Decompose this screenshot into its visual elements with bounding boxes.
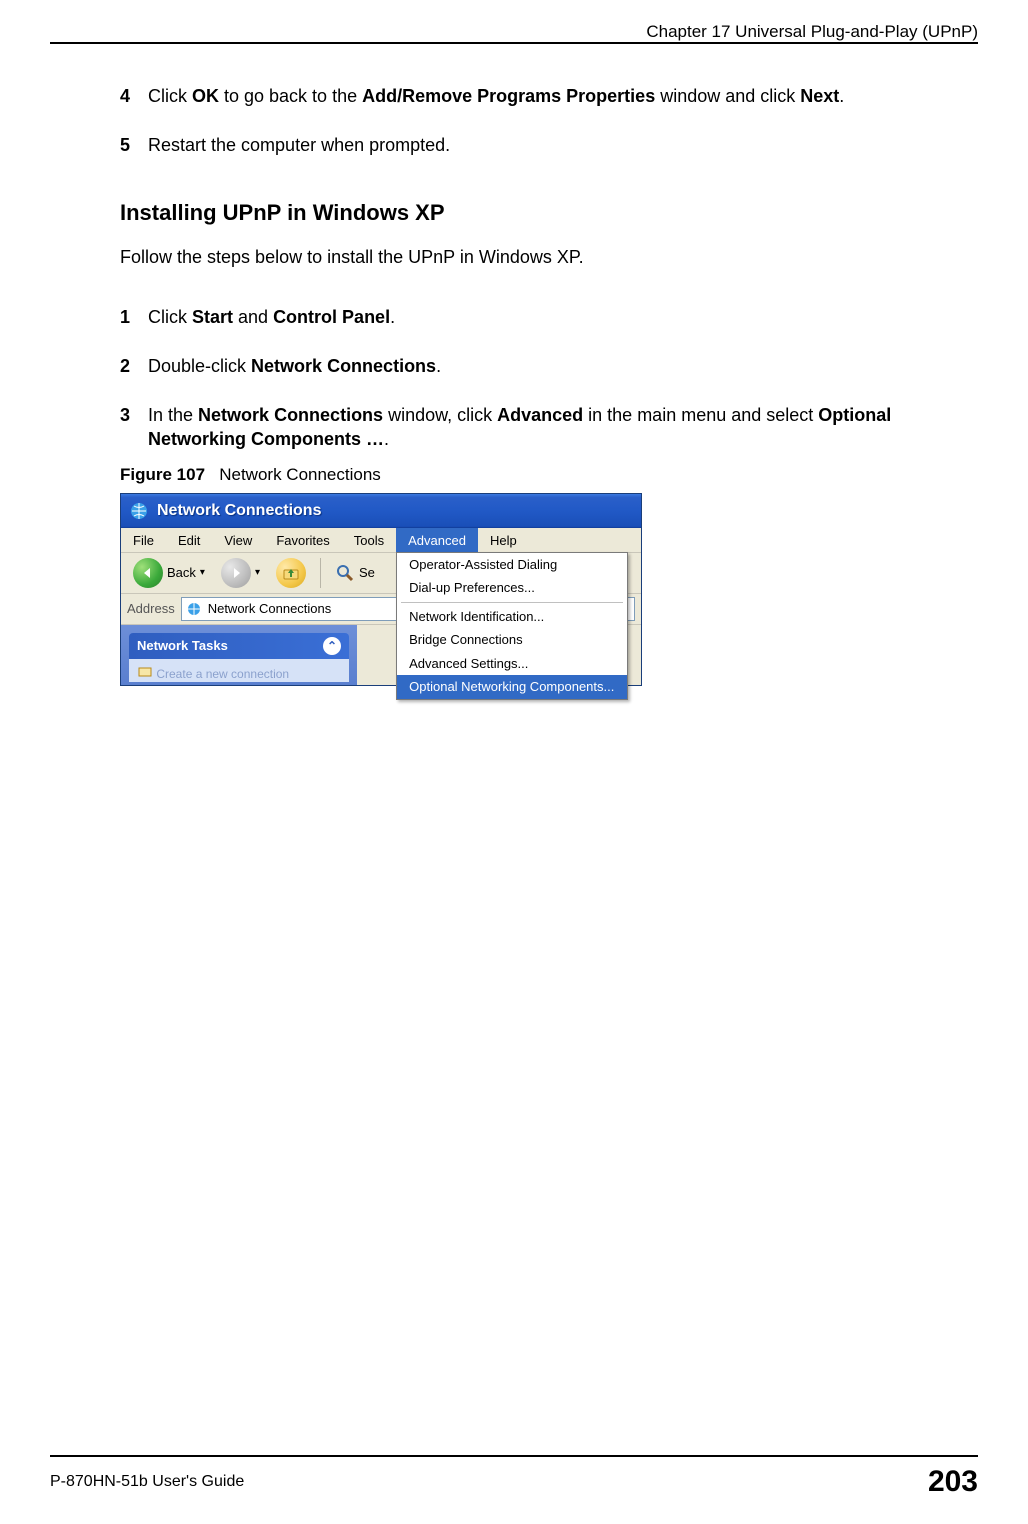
text: . bbox=[384, 429, 389, 449]
back-icon bbox=[133, 558, 163, 588]
collapse-icon[interactable]: ⌃ bbox=[323, 637, 341, 655]
up-folder-icon bbox=[276, 558, 306, 588]
text: . bbox=[839, 86, 844, 106]
forward-icon bbox=[221, 558, 251, 588]
text: in the main menu and select bbox=[583, 405, 818, 425]
dropdown-bridge[interactable]: Bridge Connections bbox=[397, 628, 627, 652]
step-text: In the Network Connections window, click… bbox=[148, 403, 958, 452]
search-icon bbox=[335, 563, 355, 583]
xp-step-3: 3 In the Network Connections window, cli… bbox=[120, 403, 958, 452]
dropdown-optional-networking[interactable]: Optional Networking Components... bbox=[397, 675, 627, 699]
text: window and click bbox=[655, 86, 800, 106]
step-5: 5 Restart the computer when prompted. bbox=[120, 133, 958, 157]
step-number: 3 bbox=[120, 403, 148, 452]
bold: Network Connections bbox=[251, 356, 436, 376]
step-number: 4 bbox=[120, 84, 148, 108]
network-tasks-body: Create a new connection bbox=[129, 659, 349, 682]
menubar: File Edit View Favorites Tools Advanced … bbox=[121, 528, 641, 553]
bold: Advanced bbox=[497, 405, 583, 425]
figure-label: Figure 107 bbox=[120, 465, 205, 484]
dropdown-separator bbox=[401, 602, 623, 603]
menu-advanced-wrap: Advanced Operator-Assisted Dialing Dial-… bbox=[396, 528, 478, 552]
window-title: Network Connections bbox=[157, 500, 321, 522]
text: to go back to the bbox=[219, 86, 362, 106]
back-button[interactable]: Back ▾ bbox=[127, 556, 211, 590]
network-connections-small-icon bbox=[186, 601, 202, 617]
text: window, click bbox=[383, 405, 497, 425]
step-4: 4 Click OK to go back to the Add/Remove … bbox=[120, 84, 958, 108]
address-value: Network Connections bbox=[208, 600, 332, 618]
menu-help[interactable]: Help bbox=[478, 528, 529, 552]
network-tasks-header[interactable]: Network Tasks ⌃ bbox=[129, 633, 349, 659]
back-label: Back bbox=[167, 564, 196, 582]
body-text: 4 Click OK to go back to the Add/Remove … bbox=[120, 84, 958, 686]
text: Double-click bbox=[148, 356, 251, 376]
text: Click bbox=[148, 86, 192, 106]
step-number: 5 bbox=[120, 133, 148, 157]
forward-button[interactable]: ▾ bbox=[215, 556, 266, 590]
bold: Control Panel bbox=[273, 307, 390, 327]
bold: Next bbox=[800, 86, 839, 106]
back-dropdown-icon: ▾ bbox=[200, 566, 205, 580]
menu-tools[interactable]: Tools bbox=[342, 528, 396, 552]
bold: Start bbox=[192, 307, 233, 327]
new-connection-icon bbox=[137, 663, 153, 679]
menu-file[interactable]: File bbox=[121, 528, 166, 552]
address-label: Address bbox=[127, 600, 175, 618]
step-text: Restart the computer when prompted. bbox=[148, 133, 958, 157]
network-tasks-label: Network Tasks bbox=[137, 637, 228, 655]
page: Chapter 17 Universal Plug-and-Play (UPnP… bbox=[0, 0, 1028, 1524]
menu-view[interactable]: View bbox=[212, 528, 264, 552]
dropdown-operator-assisted[interactable]: Operator-Assisted Dialing bbox=[397, 553, 627, 577]
side-panel: Network Tasks ⌃ Create a new connection bbox=[121, 625, 357, 685]
step-text: Click Start and Control Panel. bbox=[148, 305, 958, 329]
task-item-partial[interactable]: Create a new connection bbox=[156, 667, 289, 681]
page-footer: P-870HN-51b User's Guide 203 bbox=[50, 1455, 978, 1499]
step-text: Click OK to go back to the Add/Remove Pr… bbox=[148, 84, 958, 108]
dropdown-network-id[interactable]: Network Identification... bbox=[397, 605, 627, 629]
xp-step-2: 2 Double-click Network Connections. bbox=[120, 354, 958, 378]
step-text: Double-click Network Connections. bbox=[148, 354, 958, 378]
xp-step-1: 1 Click Start and Control Panel. bbox=[120, 305, 958, 329]
text: In the bbox=[148, 405, 198, 425]
forward-dropdown-icon: ▾ bbox=[255, 566, 260, 580]
bold: Network Connections bbox=[198, 405, 383, 425]
toolbar-separator bbox=[320, 558, 321, 588]
header-rule bbox=[50, 42, 978, 44]
step-number: 2 bbox=[120, 354, 148, 378]
search-button[interactable]: Se bbox=[329, 561, 381, 585]
text: Click bbox=[148, 307, 192, 327]
figure-title: Network Connections bbox=[219, 465, 381, 484]
bold: OK bbox=[192, 86, 219, 106]
text: . bbox=[390, 307, 395, 327]
up-button[interactable] bbox=[270, 556, 312, 590]
figure-caption: Figure 107 Network Connections bbox=[120, 464, 958, 487]
advanced-dropdown: Operator-Assisted Dialing Dial-up Prefer… bbox=[396, 552, 628, 700]
search-label-partial: Se bbox=[359, 564, 375, 582]
dropdown-advanced-settings[interactable]: Advanced Settings... bbox=[397, 652, 627, 676]
text: . bbox=[436, 356, 441, 376]
window-titlebar[interactable]: Network Connections bbox=[121, 494, 641, 528]
menu-favorites[interactable]: Favorites bbox=[264, 528, 341, 552]
section-heading: Installing UPnP in Windows XP bbox=[120, 198, 958, 228]
guide-name: P-870HN-51b User's Guide bbox=[50, 1473, 244, 1491]
step-number: 1 bbox=[120, 305, 148, 329]
dropdown-dialup-prefs[interactable]: Dial-up Preferences... bbox=[397, 576, 627, 600]
page-number: 203 bbox=[928, 1465, 978, 1499]
text: and bbox=[233, 307, 273, 327]
chapter-header: Chapter 17 Universal Plug-and-Play (UPnP… bbox=[50, 18, 978, 42]
menu-advanced[interactable]: Advanced bbox=[396, 528, 478, 554]
bold: Add/Remove Programs Properties bbox=[362, 86, 655, 106]
xp-window: Network Connections File Edit View Favor… bbox=[120, 493, 642, 686]
menu-edit[interactable]: Edit bbox=[166, 528, 212, 552]
network-connections-icon bbox=[129, 501, 149, 521]
section-intro: Follow the steps below to install the UP… bbox=[120, 245, 958, 269]
